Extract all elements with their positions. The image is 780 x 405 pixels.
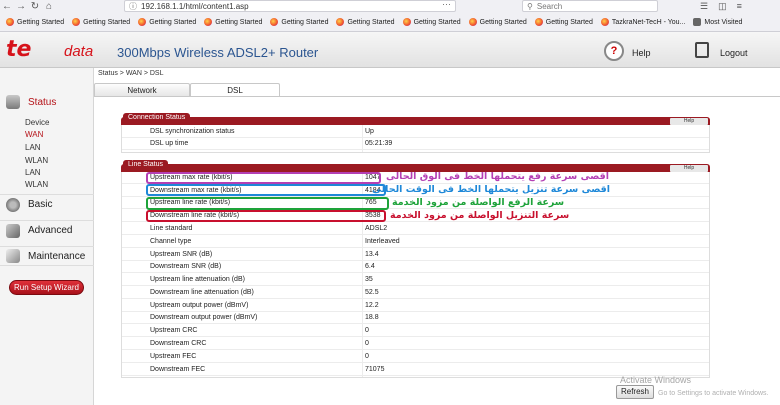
logo-te: te [6,37,32,62]
run-setup-wizard-button[interactable]: Run Setup Wizard [9,280,84,295]
bookmark-item[interactable]: Getting Started [402,18,461,26]
logout-icon[interactable] [695,42,709,58]
table-row: DSL up time 05:21:39 [122,138,709,150]
url-text: 192.168.1.1/html/content1.asp [141,1,249,11]
activate-windows-subtext: Go to Settings to activate Windows. [658,390,769,397]
bookmark-item[interactable]: Getting Started [534,18,593,26]
gear-icon [693,18,702,26]
firefox-icon [336,18,345,26]
firefox-icon [72,18,81,26]
table-row: Downstream SNR (dB) 6.4 [122,261,709,273]
menu-icon[interactable]: ≡ [737,1,742,12]
connection-status-header: Connection Status Help [121,113,710,125]
firefox-icon [534,18,543,26]
sidebar-item-device[interactable]: Device [25,118,49,127]
search-icon: ⚲ [527,1,533,11]
library-icon[interactable]: ☰ [700,1,708,12]
page-actions-icon[interactable]: ··· [442,0,451,9]
tab-bar: Network DSL [94,81,780,97]
firefox-icon [138,18,147,26]
basic-icon [6,197,20,212]
sidebar-icon[interactable]: ◫ [718,1,727,12]
annotation-downstream-line: سرعة التنزيل الواصلة من مزود الخدمة [390,210,570,221]
table-row: Downstream line attenuation (dB) 52.5 [122,287,709,299]
tab-network[interactable]: Network [94,83,190,96]
search-placeholder: Search [536,1,563,11]
annotation-downstream-max: اقصى سرعة تنزيل يتحملها الخط فى الوقت ال… [372,184,611,195]
sidebar-item-advanced[interactable]: Advanced [0,220,94,240]
firefox-icon [6,18,14,26]
table-row: Downstream CRC 0 [122,338,709,350]
table-row: Downstream output power (dBmV) 18.8 [122,312,709,324]
table-row: Upstream output power (dBmV) 12.2 [122,300,709,312]
bookmark-most-visited[interactable]: Most Visited [693,18,742,26]
table-row: Upstream line attenuation (dB) 35 [122,274,709,286]
help-button[interactable]: Help [670,118,708,125]
sidebar-item-basic[interactable]: Basic [0,194,94,214]
back-icon[interactable]: ← [0,0,14,14]
firefox-icon [600,18,609,26]
page-title: 300Mbps Wireless ADSL2+ Router [117,45,319,60]
sidebar-item-wlan[interactable]: WLAN [25,156,48,165]
refresh-button[interactable]: Refresh [616,385,654,399]
bookmark-item[interactable]: Getting Started [72,18,130,26]
sidebar-item-lan[interactable]: LAN [25,143,41,152]
firefox-icon [402,18,411,26]
highlight-downstream-line [146,210,386,222]
help-button[interactable]: Help [670,165,708,172]
sidebar-item-wlan[interactable]: WLAN [25,180,48,189]
sidebar-item-maintenance[interactable]: Maintenance [0,246,94,266]
bookmark-item[interactable]: TazkraNet-TecH - You... [600,18,685,26]
address-bar[interactable]: ⓘ 192.168.1.1/html/content1.asp ··· [124,0,456,12]
router-header: te data 300Mbps Wireless ADSL2+ Router ?… [0,32,780,68]
logout-link[interactable]: Logout [720,48,748,58]
bookmark-item[interactable]: Getting Started [270,18,328,26]
info-icon[interactable]: ⓘ [129,1,137,12]
help-icon[interactable]: ? [604,41,624,61]
firefox-icon [468,18,477,26]
sidebar-item-wan[interactable]: WAN [25,130,43,139]
sidebar-item-lan[interactable]: LAN [25,168,41,177]
logo-data: data [64,43,94,60]
search-input[interactable]: ⚲ Search [522,0,658,12]
status-icon [6,95,20,109]
breadcrumb: Status > WAN > DSL [98,70,164,77]
section-title: Line Status [123,160,169,169]
table-row: DSL synchronization status Up [122,126,709,138]
bookmark-item[interactable]: Getting Started [6,18,64,26]
connection-status-table: DSL synchronization status Up DSL up tim… [121,125,710,153]
table-row: Channel type Interleaved [122,236,709,248]
sidebar-item-status[interactable]: Status [0,92,94,112]
home-icon[interactable]: ⌂ [42,0,56,14]
table-row: Line standard ADSL2 [122,223,709,235]
tab-dsl[interactable]: DSL [190,83,280,96]
bookmarks-bar: Getting Started Getting Started Getting … [0,15,780,29]
advanced-icon [6,223,20,238]
bookmark-item[interactable]: Getting Started [468,18,527,26]
firefox-icon [204,18,213,26]
toolbar-icons: ☰ ◫ ≡ [700,1,742,12]
help-link[interactable]: Help [632,48,651,58]
highlight-downstream-max [146,184,386,196]
browser-toolbar: ← → ↻ ⌂ ⓘ 192.168.1.1/html/content1.asp … [0,0,780,32]
sidebar: Status Device WAN LAN WLAN LAN WLAN Basi… [0,68,94,405]
firefox-icon [270,18,279,26]
activate-windows-watermark: Activate Windows [620,375,692,385]
table-row: Upstream FEC 0 [122,351,709,363]
reload-icon[interactable]: ↻ [28,0,42,14]
highlight-upstream-line [146,197,389,210]
bookmark-item[interactable]: Getting Started [204,18,262,26]
highlight-upstream-max [146,172,381,184]
table-row: Upstream SNR (dB) 13.4 [122,249,709,261]
section-title: Connection Status [123,113,191,122]
annotation-upstream-line: سرعة الرفع الواصلة من مزود الخدمة [392,197,565,208]
table-row: Upstream CRC 0 [122,325,709,337]
bookmark-item[interactable]: Getting Started [336,18,395,26]
forward-icon[interactable]: → [14,0,28,14]
bookmark-item[interactable]: Getting Started [138,18,196,26]
annotation-upstream-max: اقصى سرعة رفع يتحملها الخط فى الوق الحال… [386,171,610,182]
maintenance-icon [6,249,20,263]
